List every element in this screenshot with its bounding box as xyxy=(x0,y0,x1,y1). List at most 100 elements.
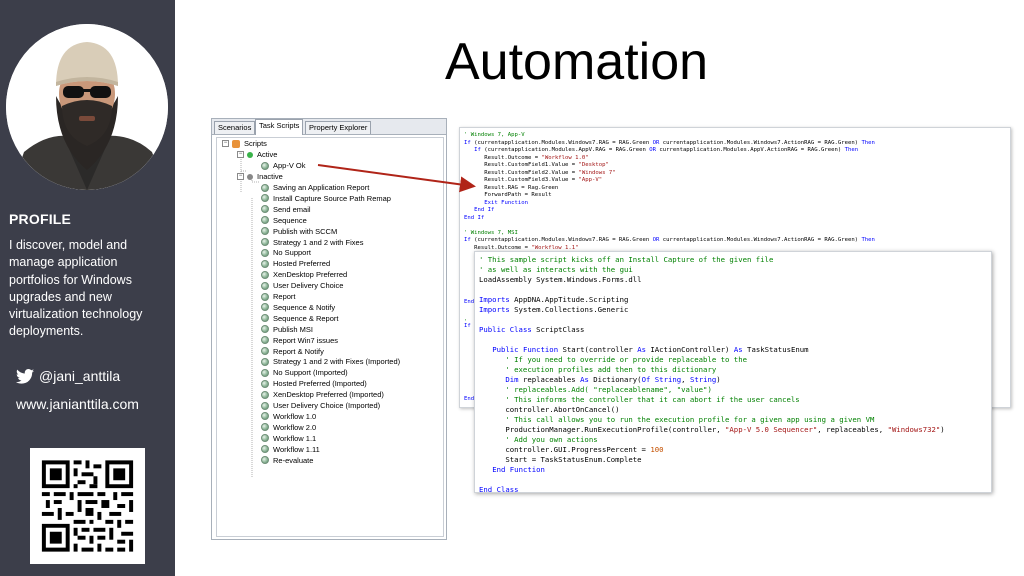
tree-node-inactive-item[interactable]: Sequence & Notify xyxy=(261,302,335,313)
slide-title: Automation xyxy=(445,33,709,91)
script-icon xyxy=(261,248,269,257)
tree-node-inactive-item[interactable]: Send email xyxy=(261,204,311,215)
script-icon xyxy=(261,227,269,236)
tree-node-label: Workflow 1.11 xyxy=(273,444,320,454)
tree-node-inactive-item[interactable]: Hosted Preferred (Imported) xyxy=(261,378,367,389)
script-icon xyxy=(261,401,269,410)
script-icon xyxy=(261,238,269,246)
qr-code-image xyxy=(30,448,145,564)
bio-line: I discover, model and xyxy=(9,238,128,252)
tree-node-label: Workflow 1.1 xyxy=(273,433,317,443)
tree-node-label: No Support (Imported) xyxy=(273,368,348,378)
bio-line: upgrades and new xyxy=(9,289,112,304)
tree-node-inactive-item[interactable]: Publish with SCCM xyxy=(261,226,337,237)
tree-node-inactive-item[interactable]: Hosted Preferred xyxy=(261,258,330,269)
script-icon xyxy=(261,390,269,399)
capture-code-line: Dim replaceables As Dictionary(Of String… xyxy=(505,375,721,384)
qr-code xyxy=(30,448,145,564)
script-icon xyxy=(261,292,269,301)
workflow-code-fragment: If xyxy=(464,323,471,329)
tab-strip: Scenarios Task Scripts Property Explorer xyxy=(212,119,446,135)
tree-node-label: Publish with SCCM xyxy=(273,226,338,236)
tree-node-inactive-item[interactable]: No Support xyxy=(261,247,311,258)
script-icon xyxy=(261,379,269,388)
tab-property-explorer[interactable]: Property Explorer xyxy=(305,121,372,134)
capture-code-line: Start = TaskStatusEnum.Complete xyxy=(479,455,642,464)
tree-node-inactive-item[interactable]: Strategy 1 and 2 with Fixes xyxy=(261,237,363,248)
workflow-code-line: If (currentapplication.Modules.Windows7.… xyxy=(464,139,875,146)
tree-node-inactive-item[interactable]: No Support (Imported) xyxy=(261,367,348,378)
twitter-link[interactable]: @jani_anttila xyxy=(16,368,120,384)
script-icon xyxy=(261,412,269,421)
tree-node-inactive-item[interactable]: User Delivery Choice xyxy=(261,280,343,291)
bio-line: portfolios for Windows xyxy=(9,272,132,287)
tree-node-inactive-item[interactable]: Install Capture Source Path Remap xyxy=(261,193,391,204)
tree-node-scripts[interactable]: − Scripts xyxy=(222,138,267,149)
workflow-code-fragment: End xyxy=(464,299,475,305)
tree-node-inactive-item[interactable]: Saving an Application Report xyxy=(261,182,369,193)
workflow-code-line: ForwardPath = Result xyxy=(464,192,552,198)
tree-node-inactive-item[interactable]: XenDesktop Preferred (Imported) xyxy=(261,389,384,400)
tree-node-label: Workflow 2.0 xyxy=(273,422,317,432)
script-icon xyxy=(261,259,269,268)
workflow-code-line: End If xyxy=(464,214,485,221)
tree-node-inactive-item[interactable]: Report xyxy=(261,291,296,302)
task-scripts-panel: Scenarios Task Scripts Property Explorer… xyxy=(211,118,447,540)
tree-node-inactive-item[interactable]: User Delivery Choice (Imported) xyxy=(261,400,380,411)
tree-node-inactive-item[interactable]: Workflow 1.0 xyxy=(261,411,316,422)
tree-node-label: Hosted Preferred xyxy=(273,259,331,269)
tree-node-label: Active xyxy=(257,150,278,159)
workflow-code-line: If (currentapplication.Modules.Windows7.… xyxy=(464,237,875,243)
tree-node-inactive-item[interactable]: XenDesktop Preferred xyxy=(261,269,347,280)
capture-code-line: controller.GUI.ProgressPercent = 100 xyxy=(479,445,664,454)
tree-node-inactive-item[interactable]: Workflow 1.1 xyxy=(261,433,316,444)
capture-code-line: controller.AbortOnCancel() xyxy=(479,405,620,414)
tree-node-label: Sequence & Report xyxy=(273,313,339,323)
capture-code-line: ' This informs the controller that it ca… xyxy=(505,395,800,404)
tab-scenarios[interactable]: Scenarios xyxy=(214,121,256,134)
profile-sidebar: PROFILE I discover, model and manage app… xyxy=(0,0,175,576)
script-icon xyxy=(261,161,269,170)
script-icon xyxy=(261,325,269,334)
script-icon xyxy=(261,270,269,279)
tab-task-scripts[interactable]: Task Scripts xyxy=(255,119,304,135)
tree-node-inactive-item[interactable]: Report Win7 issues xyxy=(261,335,338,346)
tree-node-label: Publish MSI xyxy=(273,324,314,334)
collapse-icon[interactable]: − xyxy=(237,151,244,158)
script-icon xyxy=(261,194,269,203)
tree-node-label: Strategy 1 and 2 with Fixes (Imported) xyxy=(273,357,401,367)
script-icon xyxy=(261,303,269,312)
tree-node-label: XenDesktop Preferred (Imported) xyxy=(273,390,384,400)
bio-line: manage application xyxy=(9,255,118,270)
twitter-handle: @jani_anttila xyxy=(39,368,121,384)
tree-node-inactive-item[interactable]: Workflow 1.11 xyxy=(261,444,320,455)
tree-node-inactive-item[interactable]: Publish MSI xyxy=(261,324,313,335)
workflow-code-line: Result.CustomField2.Value = "Windows 7" xyxy=(464,169,616,176)
tree-node-inactive[interactable]: − Inactive xyxy=(237,171,283,182)
collapse-icon[interactable]: − xyxy=(237,173,244,180)
script-tree: − Scripts − Active App-V Ok − Inactive S… xyxy=(216,137,444,537)
tree-node-inactive-item[interactable]: Sequence xyxy=(261,215,307,226)
scripts-folder-icon xyxy=(232,139,240,148)
tree-node-inactive-item[interactable]: Sequence & Report xyxy=(261,313,338,324)
tree-node-label: User Delivery Choice xyxy=(273,281,344,291)
tree-node-inactive-item[interactable]: Strategy 1 and 2 with Fixes (Imported) xyxy=(261,356,400,367)
capture-code-line: ' This call allows you to run the execut… xyxy=(505,415,875,424)
tree-node-label: User Delivery Choice (Imported) xyxy=(273,401,381,410)
tree-node-inactive-item[interactable]: Workflow 2.0 xyxy=(261,422,316,433)
script-icon xyxy=(261,183,269,192)
install-capture-code-editor: ' This sample script kicks off an Instal… xyxy=(474,251,992,494)
collapse-icon[interactable]: − xyxy=(222,140,229,147)
tree-node-active[interactable]: − Active xyxy=(237,149,277,160)
tree-node-label: Scripts xyxy=(244,139,267,148)
tree-node-label: Inactive xyxy=(257,172,283,181)
tree-node-app-v-ok[interactable]: App-V Ok xyxy=(261,160,306,171)
tree-node-inactive-item[interactable]: Report & Notify xyxy=(261,346,324,357)
tree-node-inactive-item[interactable]: Re-evaluate xyxy=(261,455,313,466)
website-link[interactable]: www.janianttila.com xyxy=(16,396,139,412)
workflow-code-line: Result.Outcome = "Workflow 1.0" xyxy=(464,154,589,161)
capture-code-line: ' as well as interacts with the gui xyxy=(479,265,633,274)
script-icon xyxy=(261,357,269,366)
bio-line: virtualization technology xyxy=(9,307,143,322)
avatar xyxy=(6,24,168,190)
